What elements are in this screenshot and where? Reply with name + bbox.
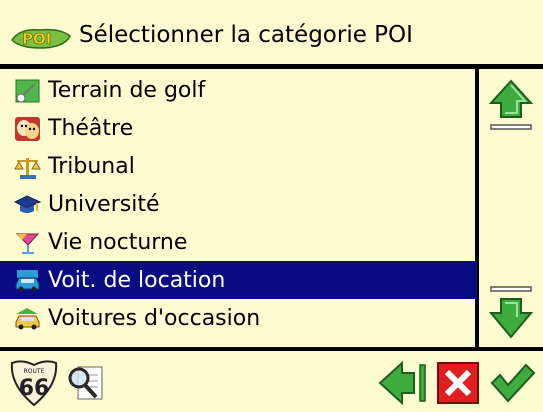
arrow-down-icon[interactable] [487,281,535,339]
used-car-icon [15,308,40,330]
list-item[interactable]: Théâtre [0,109,477,147]
list-item-label: Théâtre [48,116,134,141]
arrow-up-icon[interactable] [487,79,535,137]
route-badge-text: ROUTE [24,368,45,375]
scrollbar[interactable] [479,69,543,347]
close-icon[interactable] [436,361,480,405]
rental-car-icon [15,270,40,292]
route-66-icon[interactable]: ROUTE 66 [8,359,60,407]
list-item-label: Voit. de location [48,268,226,293]
golf-icon [15,79,40,103]
list-item-selected[interactable]: Voit. de location [0,261,477,299]
bottom-toolbar: ROUTE 66 [0,349,543,412]
nightlife-icon [15,233,40,254]
svg-text:POI: POI [22,30,51,48]
list-item[interactable]: Université [0,185,477,223]
scales-icon [14,158,41,179]
list-item[interactable]: Tribunal [0,147,477,185]
header-bar: POI Sélectionner la catégorie POI [0,0,543,67]
list-item-label: Tribunal [48,154,135,179]
theatre-masks-icon [15,117,40,141]
list-item-label: Université [48,192,160,217]
list-item-label: Vie nocturne [48,230,188,255]
page-title: Sélectionner la catégorie POI [79,22,413,48]
graduation-cap-icon [14,195,41,213]
poi-icon: POI [11,28,71,49]
list-item[interactable]: Voitures d'occasion [0,299,477,337]
list-item[interactable]: Vie nocturne [0,223,477,261]
back-icon[interactable] [378,361,428,405]
checkmark-icon[interactable] [490,363,536,403]
poi-category-dialog: POI Sélectionner la catégorie POI Terrai… [0,0,543,412]
search-icon[interactable] [66,363,106,403]
list-item[interactable]: Terrain de golf [0,71,477,109]
list-item-label: Terrain de golf [48,78,206,103]
poi-category-list: Terrain de golf Théâtre Tribunal Univers… [0,69,477,347]
route-number: 66 [19,376,50,401]
list-item-label: Voitures d'occasion [48,306,261,331]
